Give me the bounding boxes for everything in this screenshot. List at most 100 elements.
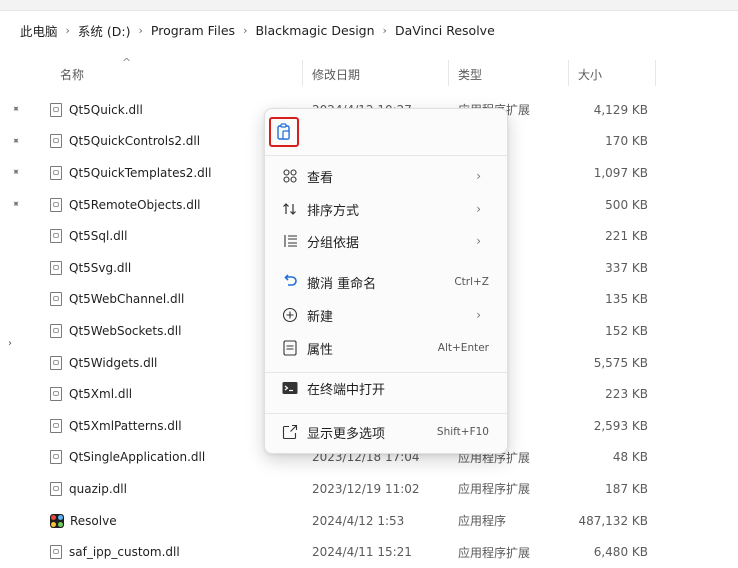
- file-name-cell[interactable]: Qt5Widgets.dll: [50, 347, 157, 379]
- file-name-cell[interactable]: Resolve: [50, 505, 117, 537]
- menu-item-properties[interactable]: 属性 Alt+Enter: [271, 332, 501, 364]
- dll-file-icon: [50, 229, 62, 244]
- menu-item-label: 撤消 重命名: [307, 276, 377, 292]
- dll-file-icon: [50, 545, 62, 560]
- file-name-cell[interactable]: Qt5Quick.dll: [50, 94, 143, 126]
- breadcrumb-blackmagic[interactable]: Blackmagic Design: [253, 23, 376, 38]
- pin-icon: ✦: [8, 134, 23, 148]
- paste-icon: [277, 123, 290, 140]
- menu-item-label: 分组依据: [307, 235, 360, 251]
- file-size: 223 KB: [605, 387, 648, 402]
- file-name-cell[interactable]: Qt5Xml.dll: [50, 378, 132, 410]
- chevron-right-icon: ›: [65, 23, 70, 37]
- menu-item-label: 显示更多选项: [307, 426, 386, 442]
- file-name-cell[interactable]: Qt5Sql.dll: [50, 220, 127, 252]
- menu-item-group-by[interactable]: 分组依据 ›: [271, 225, 501, 257]
- chevron-right-icon: ›: [476, 234, 481, 248]
- file-date: 2024/4/11 15:21: [312, 545, 412, 560]
- menu-item-view-grid[interactable]: 查看 ›: [271, 160, 501, 192]
- menu-item-new-plus[interactable]: 新建 ›: [271, 299, 501, 331]
- file-size: 152 KB: [605, 323, 648, 338]
- menu-divider: [265, 413, 507, 414]
- file-date: 2023/12/19 11:02: [312, 481, 420, 496]
- file-size: 500 KB: [605, 197, 648, 212]
- file-name: QtSingleApplication.dll: [69, 450, 206, 465]
- file-row[interactable]: saf_ipp_custom.dll 2024/4/11 15:21 应用程序扩展 6…: [0, 536, 738, 568]
- file-name-cell[interactable]: QtSingleApplication.dll: [50, 442, 205, 474]
- column-divider[interactable]: [448, 60, 449, 86]
- file-name-cell[interactable]: Qt5QuickTemplates2.dll: [50, 157, 211, 189]
- menu-divider: [265, 372, 507, 373]
- file-name: Qt5Svg.dll: [69, 260, 132, 275]
- file-name-cell[interactable]: Qt5Svg.dll: [50, 252, 131, 284]
- file-name: Qt5WebChannel.dll: [69, 292, 185, 307]
- menu-divider: [265, 155, 507, 156]
- sort-ascending-icon: ^: [122, 56, 132, 69]
- menu-item-label: 排序方式: [307, 203, 360, 219]
- view-grid-icon: [281, 166, 299, 186]
- column-divider[interactable]: [302, 60, 303, 86]
- menu-item-terminal[interactable]: 在终端中打开: [271, 372, 501, 404]
- breadcrumb-this-pc[interactable]: 此电脑: [18, 21, 60, 40]
- file-size: 2,593 KB: [593, 418, 648, 433]
- file-name-cell[interactable]: Qt5RemoteObjects.dll: [50, 189, 201, 221]
- toolbar-strip: [0, 0, 738, 11]
- dll-file-icon: [50, 260, 62, 275]
- breadcrumb-davinci[interactable]: DaVinci Resolve: [393, 23, 497, 38]
- pin-icon: ✦: [8, 102, 23, 117]
- menu-item-label: 属性: [307, 342, 334, 358]
- dll-file-icon: [50, 134, 62, 149]
- file-row[interactable]: quazip.dll 2023/12/19 11:02 应用程序扩展 187 KB: [0, 473, 738, 505]
- column-divider[interactable]: [568, 60, 569, 86]
- sort-icon: [281, 199, 299, 219]
- terminal-icon: [281, 378, 299, 398]
- file-size: 48 KB: [612, 450, 648, 465]
- file-name-cell[interactable]: Qt5WebSockets.dll: [50, 315, 181, 347]
- chevron-right-icon: ›: [243, 23, 248, 37]
- file-name: Qt5XmlPatterns.dll: [69, 418, 182, 433]
- chevron-right-icon: ›: [476, 202, 481, 216]
- new-plus-icon: [281, 305, 299, 325]
- file-name: Qt5Widgets.dll: [69, 355, 158, 370]
- file-size: 5,575 KB: [593, 355, 648, 370]
- dll-file-icon: [50, 418, 62, 433]
- file-size: 135 KB: [605, 292, 648, 307]
- breadcrumb-drive[interactable]: 系统 (D:): [76, 21, 133, 40]
- file-date: 2024/4/12 1:53: [312, 513, 405, 528]
- menu-item-label: 查看: [307, 170, 334, 186]
- menu-item-shortcut: Alt+Enter: [437, 342, 489, 354]
- file-name-cell[interactable]: Qt5XmlPatterns.dll: [50, 410, 182, 442]
- menu-item-more-options[interactable]: 显示更多选项 Shift+F10: [271, 416, 501, 448]
- file-name-cell[interactable]: quazip.dll: [50, 473, 127, 505]
- paste-button[interactable]: [269, 117, 299, 147]
- file-name-cell[interactable]: saf_ipp_custom.dll: [50, 536, 180, 568]
- column-header-name[interactable]: 名称: [60, 58, 84, 90]
- dll-file-icon: [50, 355, 62, 370]
- menu-item-sort[interactable]: 排序方式 ›: [271, 193, 501, 225]
- resolve-app-icon: [50, 513, 64, 528]
- nav-pane-caret[interactable]: ›: [8, 338, 12, 349]
- column-header-row: ^ 名称 修改日期 类型 大小: [0, 56, 738, 90]
- chevron-right-icon: ›: [382, 23, 387, 37]
- dll-file-icon: [50, 197, 62, 212]
- file-size: 6,480 KB: [593, 545, 648, 560]
- file-name-cell[interactable]: Qt5QuickControls2.dll: [50, 126, 200, 158]
- file-name-cell[interactable]: Qt5WebChannel.dll: [50, 284, 184, 316]
- chevron-right-icon: ›: [138, 23, 143, 37]
- dll-file-icon: [50, 387, 62, 402]
- file-row[interactable]: Resolve 2024/4/12 1:53 应用程序 487,132 KB: [0, 505, 738, 537]
- column-divider[interactable]: [655, 60, 656, 86]
- group-by-icon: [281, 231, 299, 251]
- file-type: 应用程序: [458, 514, 507, 529]
- file-name: Qt5Sql.dll: [69, 229, 128, 244]
- column-header-size[interactable]: 大小: [578, 58, 602, 90]
- column-header-type[interactable]: 类型: [458, 58, 482, 90]
- breadcrumb-program-files[interactable]: Program Files: [149, 23, 237, 38]
- column-header-date[interactable]: 修改日期: [312, 58, 360, 90]
- file-size: 1,097 KB: [593, 165, 648, 180]
- file-type: 应用程序扩展: [458, 545, 531, 560]
- menu-item-label: 在终端中打开: [307, 382, 386, 398]
- menu-item-shortcut: Shift+F10: [436, 426, 489, 438]
- chevron-right-icon: ›: [476, 169, 481, 183]
- menu-item-undo[interactable]: 撤消 重命名 Ctrl+Z: [271, 266, 501, 298]
